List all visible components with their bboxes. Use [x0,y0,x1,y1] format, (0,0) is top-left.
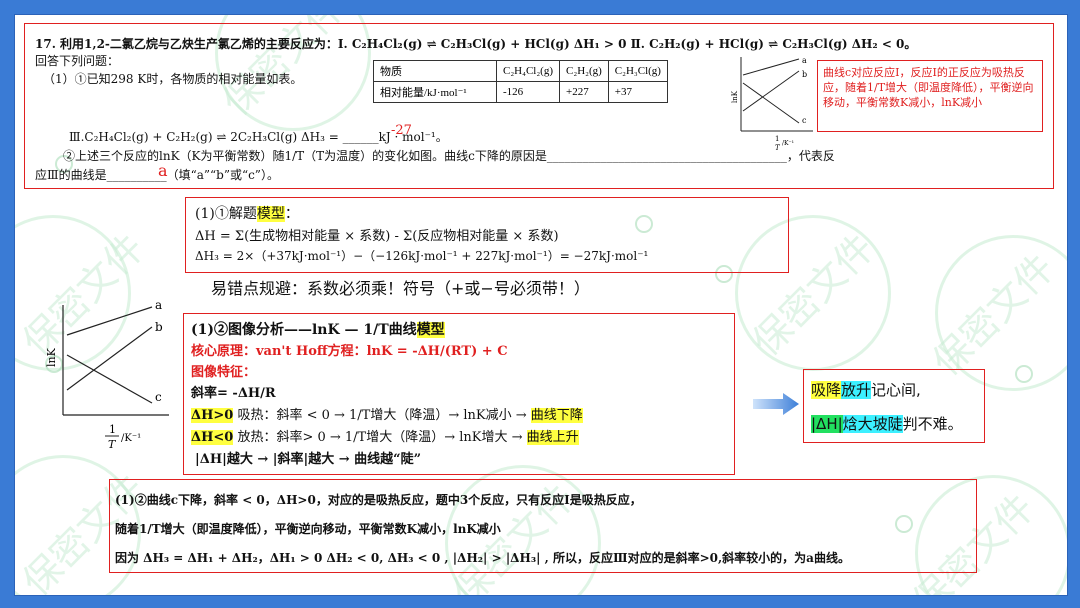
question-line1: 17. 利用1,2-二氯乙烷与乙炔生产氯乙烯的主要反应为：Ⅰ. C₂H₄Cl₂(… [35,37,917,51]
table-header: C₂H₃Cl(g) [607,60,668,82]
mnemonic-2a: |ΔH| [811,415,843,433]
curve-label-c: c [802,116,807,125]
error-tip: 易错点规避：系数必须乘！符号（+或−号必须带！） [211,279,590,298]
table-cell: -126 [495,81,561,103]
curve-label-a: a [155,298,162,312]
mnemonic-1c: 记心间, [871,381,921,399]
box2-title: (1)②图像分析——lnK — 1/T曲线模型 [191,319,445,339]
question-line2: 回答下列问题： [35,54,120,68]
graph-ylabel: lnK [731,90,739,103]
table-cell: 相对能量/kJ·mol⁻¹ [373,81,497,103]
question-line5: ②上述三个反应的lnK（K为平衡常数）随1/T（T为温度）的变化如图。曲线c下降… [63,149,835,163]
curve-b [66,326,153,391]
energy-table: 物质 C₂H₄Cl₂(g) C₂H₂(g) C₂H₃Cl(g) 相对能量/kJ·… [373,60,668,103]
box3-line3: 因为 ΔH₃ = ΔH₁ + ΔH₂，ΔH₁ > 0 ΔH₂ < 0, ΔH₃ … [115,551,850,565]
mnemonic-line1: 吸降放升记心间, [811,379,921,400]
mnemonic-line2: |ΔH|焓大坡陡判不难。 [811,413,963,434]
question-line3: （1）①已知298 K时，各物质的相对能量如表。 [43,72,303,86]
box2-exo: ΔH<0 放热：斜率> 0 → 1/T增大（降温）→ lnK增大 → 曲线上升 [191,426,579,445]
box2-slope: 斜率= -ΔH/R [191,386,276,401]
box1-title-post: ： [284,206,299,222]
exo-text: 放热：斜率> 0 → 1/T增大（降温）→ lnK增大 → [233,430,527,445]
graph-xlabel-unit: /K⁻¹ [121,433,141,444]
box2-steep: |ΔH|越大 → |斜率|越大 → 曲线越“陡” [195,452,422,467]
box1-title-pre: (1)①解题 [195,206,257,222]
curve-c [66,354,153,404]
mnemonic-1b: 放升 [841,381,872,399]
curve-label-b: b [802,70,807,79]
table-cell: +227 [559,81,609,103]
box1-title-highlight: 模型 [256,206,285,222]
curve-a [66,306,153,336]
graph-ylabel: lnK [45,347,58,367]
table-header: C₂H₂(g) [559,60,609,82]
table-header: 物质 [373,60,497,82]
box3-line1: (1)②曲线c下降，斜率 < 0，ΔH>0，对应的是吸热反应，题中3个反应，只有… [115,493,642,507]
red-note: 曲线c对应反应Ⅰ，反应Ⅰ的正反应为吸热反应，随着1/T增大（即温度降低），平衡逆… [823,66,1034,109]
mnemonic-2b: 焓大坡陡 [842,415,903,433]
curve-a [742,58,800,76]
mnemonic-2c: 判不难。 [902,415,963,433]
curve-label-c: c [155,390,162,404]
box2-title-highlight: 模型 [416,322,445,338]
curve-label-a: a [802,56,807,65]
box2-endo: ΔH>0 吸热：斜率 < 0 → 1/T增大（降温）→ lnK减小 → 曲线下降 [191,404,583,423]
mnemonic-1a: 吸降 [811,381,842,399]
box2-feature: 图像特征： [191,365,257,380]
table-cell: +37 [607,81,668,103]
graph-xlabel-num: 1 [109,423,116,436]
endo-label: ΔH>0 [191,408,234,423]
box1-title: (1)①解题模型： [195,203,299,223]
graph-xlabel-num: 1 [775,135,779,143]
endo-result: 曲线下降 [530,408,583,423]
curve-c [742,82,800,124]
watermark-ring [1015,365,1033,383]
question-line6: 应Ⅲ的曲线是__________（填“a”“b”或“c”）。 [35,168,279,182]
large-graph: a b c lnK 1 T /K⁻¹ [45,298,169,451]
box2-title-pre: (1)②图像分析——lnK — 1/T曲线 [191,322,417,338]
answer-curve: a [158,161,168,180]
right-arrow-icon [753,393,799,415]
table-header: C₂H₄Cl₂(g) [495,60,561,82]
slide: 保密文件 保密文件 保密文件 保密文件 保密文件 保密文件 保密文件 17. 利… [14,14,1068,596]
curve-label-b: b [155,320,163,334]
endo-text: 吸热：斜率 < 0 → 1/T增大（降温）→ lnK减小 → [233,408,531,423]
exo-label: ΔH<0 [191,430,234,445]
box1-calc: ΔH₃ = 2×（+37kJ·mol⁻¹）−（−126kJ·mol⁻¹ + 22… [195,249,649,263]
graph-xlabel-den: T [108,438,117,451]
small-graph: a b c lnK 1 T /K⁻¹ [731,56,813,152]
box2-principle: 核心原理：van't Hoff方程：lnK = -ΔH/(RT) + C [191,344,508,359]
curve-b [742,70,800,112]
box3-line2: 随着1/T增大（即温度降低），平衡逆向移动，平衡常数K减小，lnK减小 [115,522,501,536]
graph-xlabel-unit: /K⁻¹ [782,140,794,147]
answer-dh3: -27 [391,123,412,138]
box1-formula: ΔH = Σ(生成物相对能量 × 系数) - Σ(反应物相对能量 × 系数) [195,229,559,244]
exo-result: 曲线上升 [526,430,579,445]
